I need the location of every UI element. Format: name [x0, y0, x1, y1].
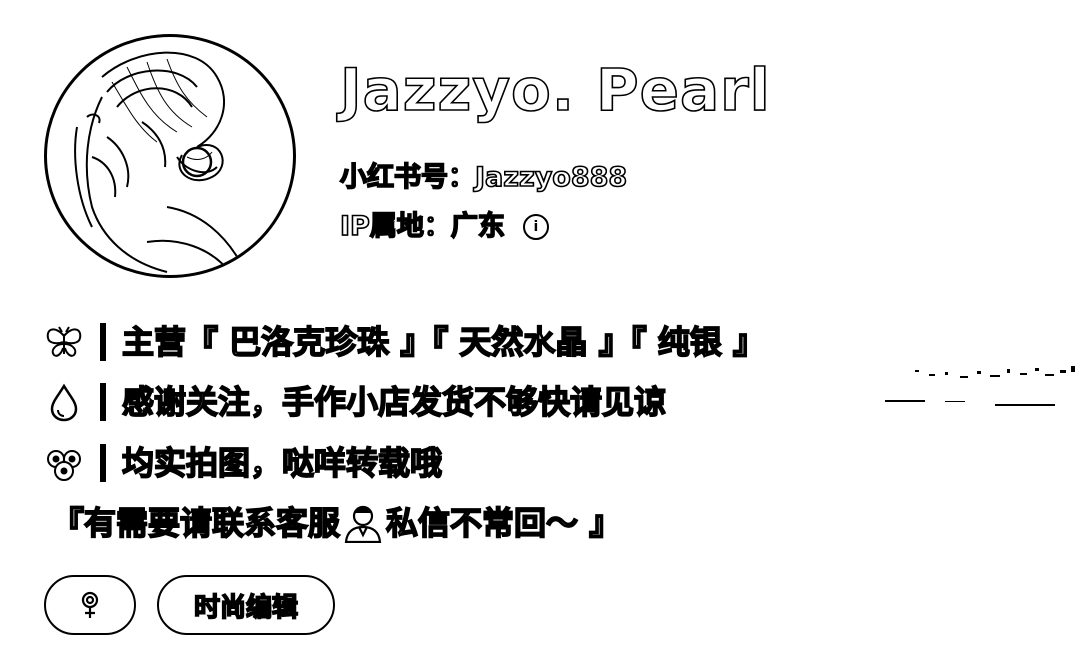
ip-location-row: IP属地：广东 i	[339, 210, 549, 243]
bio-line: 『有需要请联系客服 私信不常回～ 』	[51, 503, 622, 543]
female-icon	[81, 591, 99, 618]
separator-bar	[100, 383, 106, 421]
display-name: Jazzyo. Pearl	[339, 56, 771, 124]
person-icon	[344, 505, 382, 543]
flower-icon	[47, 450, 81, 481]
avatar-illustration	[74, 51, 248, 275]
bio-line: 感谢关注，手作小店发货不够快请见谅	[44, 382, 667, 422]
account-id: 小红书号：Jazzyo888	[339, 161, 628, 194]
butterfly-icon	[46, 326, 82, 357]
gender-tag[interactable]	[44, 575, 136, 635]
bio-text-after: 私信不常回～ 』	[385, 503, 622, 543]
avatar[interactable]	[44, 34, 296, 278]
background-noise	[885, 366, 1075, 406]
info-icon[interactable]: i	[522, 214, 549, 240]
separator-bar	[100, 323, 106, 361]
bio-text-before: 『有需要请联系客服	[51, 503, 341, 543]
droplet-icon	[50, 383, 78, 422]
bio-line: 主营『 巴洛克珍珠 』『 天然水晶 』『 纯银 』	[44, 322, 766, 362]
ip-location: IP属地：广东	[339, 210, 505, 243]
topic-tag-label: 时尚编辑	[193, 592, 299, 624]
bio-text: 均实拍图，哒咩转载哦	[121, 443, 443, 483]
bio-text: 主营『 巴洛克珍珠 』『 天然水晶 』『 纯银 』	[121, 322, 765, 362]
topic-tag[interactable]: 时尚编辑	[157, 575, 335, 635]
separator-bar	[100, 444, 106, 482]
bio-text: 感谢关注，手作小店发货不够快请见谅	[121, 382, 667, 422]
bio-line: 均实拍图，哒咩转载哦	[44, 443, 443, 483]
